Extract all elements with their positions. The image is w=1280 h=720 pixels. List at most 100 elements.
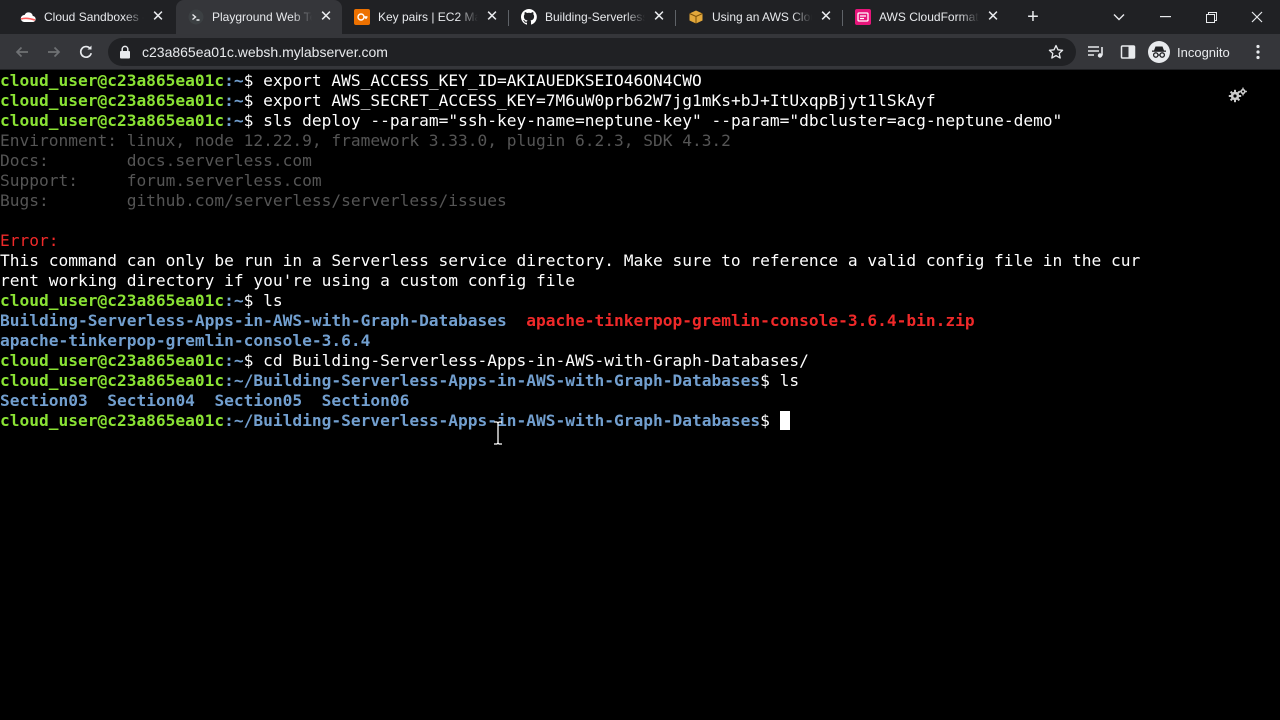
docs-info: Docs: docs.serverless.com bbox=[0, 151, 312, 170]
aws-ec2-icon bbox=[354, 9, 370, 25]
prompt-user: cloud_user@c23a865ea01c bbox=[0, 411, 225, 430]
ls-directory: Section03 bbox=[0, 391, 88, 410]
bugs-info: Bugs: github.com/serverless/serverless/i… bbox=[0, 191, 507, 210]
media-controls-button[interactable] bbox=[1086, 42, 1106, 62]
terminal-cursor bbox=[779, 411, 790, 430]
settings-gear-icon[interactable] bbox=[1228, 87, 1248, 103]
tab-title: Using an AWS Clou bbox=[712, 10, 812, 24]
web-terminal[interactable]: cloud_user@c23a865ea01c:~$ export AWS_AC… bbox=[0, 71, 1280, 720]
command-text: export AWS_SECRET_ACCESS_KEY=7M6uW0prb62… bbox=[263, 91, 936, 110]
prompt-path: :~ bbox=[224, 351, 244, 370]
command-text: cd Building-Serverless-Apps-in-AWS-with-… bbox=[263, 351, 809, 370]
command-text: export AWS_ACCESS_KEY_ID=AKIAUEDKSEIO46O… bbox=[263, 71, 702, 90]
terminal-line: cloud_user@c23a865ea01c:~/Building-Serve… bbox=[0, 371, 799, 391]
side-panel-icon bbox=[1120, 45, 1136, 59]
error-label: Error: bbox=[0, 231, 59, 250]
close-icon[interactable]: ✕ bbox=[985, 9, 1001, 25]
terminal-line: cloud_user@c23a865ea01c:~$ ls bbox=[0, 291, 283, 311]
support-info: Support: forum.serverless.com bbox=[0, 171, 322, 190]
prompt-user: cloud_user@c23a865ea01c bbox=[0, 111, 225, 130]
ls-directory: Section04 bbox=[107, 391, 195, 410]
browser-menu-button[interactable] bbox=[1248, 42, 1268, 62]
prompt-symbol: $ bbox=[760, 371, 780, 390]
prompt-user: cloud_user@c23a865ea01c bbox=[0, 91, 225, 110]
ls-directory: Building-Serverless-Apps-in-AWS-with-Gra… bbox=[0, 311, 507, 330]
arrow-left-icon bbox=[15, 46, 28, 58]
star-icon[interactable] bbox=[1048, 44, 1064, 60]
close-icon[interactable]: ✕ bbox=[818, 9, 834, 25]
url-text[interactable]: c23a865ea01c.websh.mylabserver.com bbox=[142, 38, 388, 66]
prompt-symbol: $ bbox=[243, 291, 264, 310]
more-vertical-icon bbox=[1256, 44, 1260, 60]
text-cursor-icon bbox=[494, 421, 502, 445]
command-text: ls bbox=[779, 371, 800, 390]
terminal-line: cloud_user@c23a865ea01c:~$ export AWS_SE… bbox=[0, 91, 936, 111]
ls-output: Building-Serverless-Apps-in-AWS-with-Gra… bbox=[0, 311, 975, 331]
minimize-button[interactable] bbox=[1142, 0, 1188, 34]
prompt-path: :~/Building-Serverless-Apps-in-AWS-with-… bbox=[224, 371, 761, 390]
close-icon[interactable]: ✕ bbox=[651, 9, 667, 25]
side-panel-button[interactable] bbox=[1118, 42, 1138, 62]
terminal-line: cloud_user@c23a865ea01c:~$ sls deploy --… bbox=[0, 111, 1062, 131]
prompt-user: cloud_user@c23a865ea01c bbox=[0, 371, 225, 390]
package-icon bbox=[688, 9, 704, 25]
tab-playground-web-terminal[interactable]: Playground Web Te ✕ bbox=[176, 0, 342, 34]
close-icon[interactable]: ✕ bbox=[150, 9, 166, 25]
tab-title: Key pairs | EC2 Mar bbox=[378, 10, 478, 24]
terminal-icon bbox=[188, 9, 204, 25]
aws-cloudformation-icon bbox=[855, 9, 871, 25]
close-icon bbox=[1251, 11, 1263, 23]
prompt-user: cloud_user@c23a865ea01c bbox=[0, 71, 225, 90]
restore-button[interactable] bbox=[1188, 0, 1234, 34]
ls-output: Section03 Section04 Section05 Section06 bbox=[0, 391, 409, 411]
tab-using-an-aws-cloud[interactable]: Using an AWS Clou ✕ bbox=[676, 0, 842, 34]
new-tab-button[interactable]: + bbox=[1022, 6, 1044, 28]
tab-aws-cloudformation[interactable]: AWS CloudFormati ✕ bbox=[843, 0, 1009, 34]
cloud-icon bbox=[20, 9, 36, 25]
reload-button[interactable] bbox=[72, 38, 100, 66]
error-message: This command can only be run in a Server… bbox=[0, 251, 1141, 270]
close-window-button[interactable] bbox=[1234, 0, 1280, 34]
ls-spacing bbox=[302, 391, 322, 410]
terminal-line: cloud_user@c23a865ea01c:~$ cd Building-S… bbox=[0, 351, 809, 371]
current-prompt-line[interactable]: cloud_user@c23a865ea01c:~/Building-Serve… bbox=[0, 411, 790, 431]
forward-button[interactable] bbox=[40, 38, 68, 66]
close-icon[interactable]: ✕ bbox=[318, 9, 334, 25]
ls-directory: Section06 bbox=[321, 391, 410, 410]
minimize-icon bbox=[1159, 16, 1171, 18]
tab-github-building-serverless[interactable]: Building-Serverless ✕ bbox=[509, 0, 675, 34]
arrow-right-icon bbox=[48, 46, 61, 58]
prompt-symbol: $ bbox=[243, 111, 264, 130]
prompt-path: :~ bbox=[224, 111, 244, 130]
incognito-indicator[interactable]: Incognito bbox=[1148, 39, 1230, 65]
restore-icon bbox=[1205, 11, 1217, 23]
ls-directory: Section05 bbox=[214, 391, 303, 410]
ls-archive-file: apache-tinkerpop-gremlin-console-3.6.4-b… bbox=[526, 311, 975, 330]
github-icon bbox=[521, 9, 537, 25]
tab-search-button[interactable] bbox=[1096, 0, 1142, 34]
ls-spacing bbox=[88, 391, 108, 410]
ls-spacing bbox=[195, 391, 215, 410]
tab-key-pairs-ec2[interactable]: Key pairs | EC2 Mar ✕ bbox=[342, 0, 508, 34]
error-message-continued: rent working directory if you're using a… bbox=[0, 271, 575, 290]
browser-toolbar: c23a865ea01c.websh.mylabserver.com Incog… bbox=[0, 34, 1280, 70]
tab-title: Cloud Sandboxes - bbox=[44, 10, 144, 24]
ls-spacing bbox=[507, 311, 527, 330]
close-icon[interactable]: ✕ bbox=[484, 9, 500, 25]
tab-cloud-sandboxes[interactable]: Cloud Sandboxes - ✕ bbox=[8, 0, 174, 34]
terminal-line: cloud_user@c23a865ea01c:~$ export AWS_AC… bbox=[0, 71, 702, 91]
command-text: ls bbox=[263, 291, 283, 310]
incognito-icon bbox=[1148, 41, 1170, 63]
back-button[interactable] bbox=[8, 38, 36, 66]
chevron-down-icon bbox=[1113, 14, 1125, 21]
tab-title: Playground Web Te bbox=[212, 10, 312, 24]
prompt-user: cloud_user@c23a865ea01c bbox=[0, 351, 225, 370]
address-bar[interactable]: c23a865ea01c.websh.mylabserver.com bbox=[108, 38, 1076, 66]
ls-directory: apache-tinkerpop-gremlin-console-3.6.4 bbox=[0, 331, 371, 350]
prompt-symbol: $ bbox=[243, 71, 264, 90]
prompt-symbol: $ bbox=[760, 411, 780, 430]
playlist-icon bbox=[1088, 46, 1103, 58]
prompt-user: cloud_user@c23a865ea01c bbox=[0, 291, 225, 310]
lock-icon[interactable] bbox=[119, 45, 131, 59]
reload-icon bbox=[79, 45, 93, 58]
